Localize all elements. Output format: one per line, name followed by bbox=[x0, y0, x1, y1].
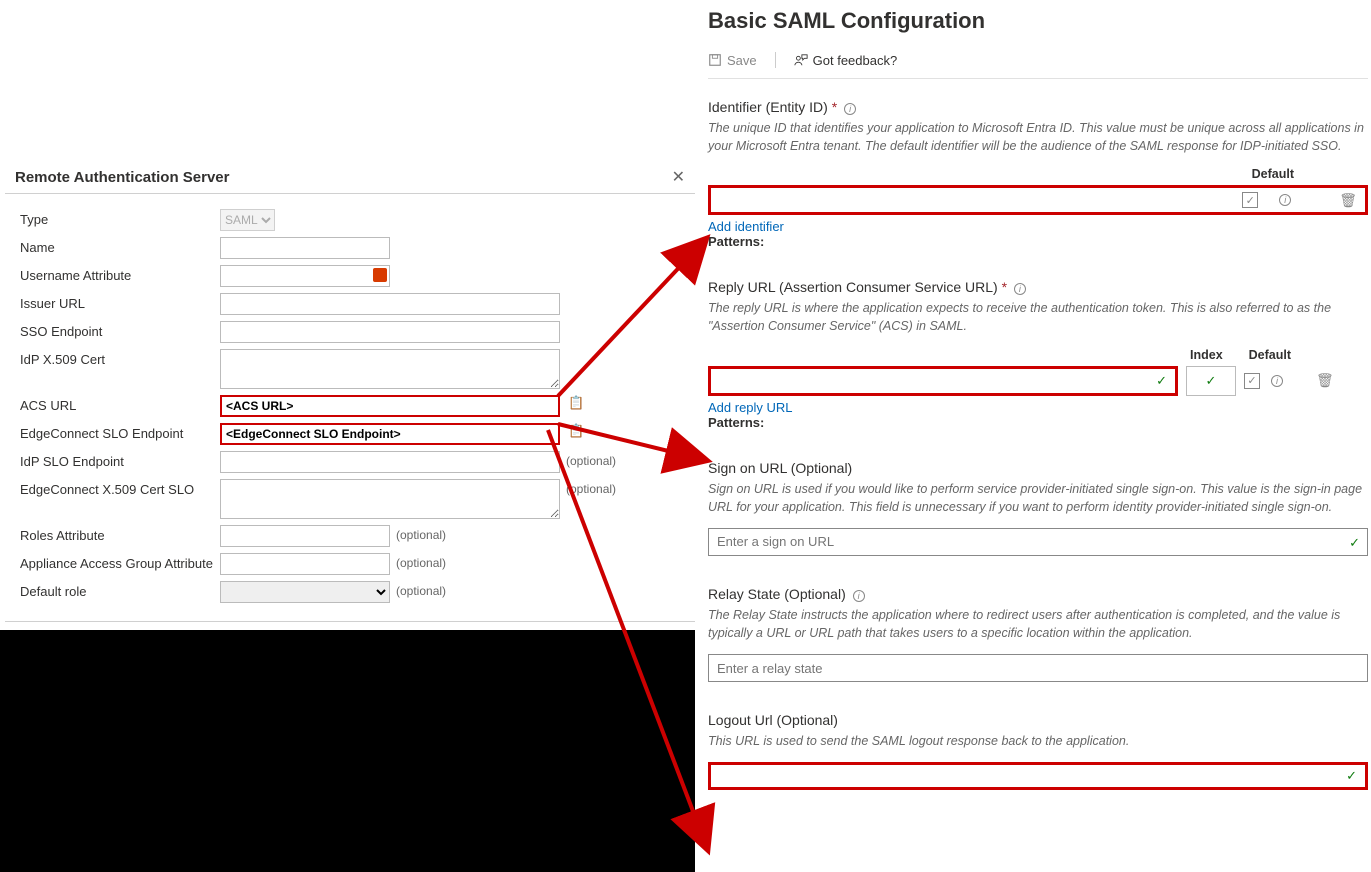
info-icon[interactable]: i bbox=[844, 103, 856, 115]
default-role-select[interactable] bbox=[220, 581, 390, 603]
roles-attr-input[interactable] bbox=[220, 525, 390, 547]
name-label: Name bbox=[20, 237, 220, 255]
toolbar: Save Got feedback? bbox=[708, 52, 1368, 79]
patterns-label: Patterns: bbox=[708, 415, 1368, 430]
check-icon: ✓ bbox=[1346, 768, 1357, 784]
ec-cert-label: EdgeConnect X.509 Cert SLO bbox=[20, 479, 220, 497]
saml-config-panel: Basic SAML Configuration Save Got feedba… bbox=[708, 0, 1368, 790]
add-reply-url-link[interactable]: Add reply URL bbox=[708, 400, 1368, 415]
idp-slo-label: IdP SLO Endpoint bbox=[20, 451, 220, 469]
info-icon[interactable]: i bbox=[1271, 375, 1283, 387]
username-attr-input[interactable] bbox=[220, 265, 390, 287]
required-badge-icon bbox=[373, 268, 387, 282]
optional-text: (optional) bbox=[396, 525, 446, 542]
signon-url-input[interactable] bbox=[708, 528, 1368, 556]
relay-state-desc: The Relay State instructs the applicatio… bbox=[708, 606, 1368, 642]
info-icon[interactable]: i bbox=[853, 590, 865, 602]
idp-cert-input[interactable] bbox=[220, 349, 560, 389]
check-icon: ✓ bbox=[1349, 535, 1360, 551]
acs-url-input[interactable] bbox=[220, 395, 560, 417]
sso-endpoint-input[interactable] bbox=[220, 321, 560, 343]
identifier-label: Identifier (Entity ID) * i bbox=[708, 99, 1368, 115]
delete-icon[interactable]: 🗑 bbox=[1316, 372, 1334, 389]
identifier-input-row[interactable]: ✓ i 🗑 bbox=[708, 185, 1368, 215]
default-role-label: Default role bbox=[20, 581, 220, 599]
type-label: Type bbox=[20, 209, 220, 227]
signon-url-desc: Sign on URL is used if you would like to… bbox=[708, 480, 1368, 516]
logout-url-desc: This URL is used to send the SAML logout… bbox=[708, 732, 1368, 750]
default-header: Default bbox=[1249, 348, 1291, 362]
remote-auth-dialog: Remote Authentication Server ✕ Type SAML… bbox=[5, 155, 695, 663]
idp-cert-label: IdP X.509 Cert bbox=[20, 349, 220, 367]
dialog-title: Remote Authentication Server bbox=[15, 169, 230, 186]
black-region bbox=[0, 630, 695, 872]
copy-icon[interactable]: 📋 bbox=[568, 423, 584, 439]
issuer-url-label: Issuer URL bbox=[20, 293, 220, 311]
optional-text: (optional) bbox=[566, 479, 616, 496]
username-attr-label: Username Attribute bbox=[20, 265, 220, 283]
issuer-url-input[interactable] bbox=[220, 293, 560, 315]
add-identifier-link[interactable]: Add identifier bbox=[708, 219, 1368, 234]
delete-icon[interactable]: 🗑 bbox=[1339, 192, 1357, 209]
type-select[interactable]: SAML bbox=[220, 209, 275, 231]
reply-url-desc: The reply URL is where the application e… bbox=[708, 299, 1368, 335]
save-button[interactable]: Save bbox=[708, 53, 757, 68]
reply-url-input[interactable]: ✓ bbox=[708, 366, 1178, 396]
check-icon: ✓ bbox=[1206, 373, 1217, 389]
save-icon bbox=[708, 53, 722, 67]
feedback-button[interactable]: Got feedback? bbox=[794, 53, 898, 68]
appliance-group-input[interactable] bbox=[220, 553, 390, 575]
ec-slo-label: EdgeConnect SLO Endpoint bbox=[20, 423, 220, 441]
optional-text: (optional) bbox=[396, 553, 446, 570]
copy-icon[interactable]: 📋 bbox=[568, 395, 584, 411]
reply-url-label: Reply URL (Assertion Consumer Service UR… bbox=[708, 279, 1368, 295]
default-checkbox[interactable]: ✓ bbox=[1242, 192, 1258, 208]
person-feedback-icon bbox=[794, 53, 808, 67]
name-input[interactable] bbox=[220, 237, 390, 259]
info-icon[interactable]: i bbox=[1014, 283, 1026, 295]
panel-title: Basic SAML Configuration bbox=[708, 8, 1368, 34]
reply-url-row: ✓ ✓ ✓ i 🗑 bbox=[708, 366, 1368, 396]
reply-index-input[interactable]: ✓ bbox=[1186, 366, 1236, 396]
default-header: Default bbox=[1252, 167, 1294, 181]
index-header: Index bbox=[1190, 348, 1223, 362]
roles-attr-label: Roles Attribute bbox=[20, 525, 220, 543]
sso-endpoint-label: SSO Endpoint bbox=[20, 321, 220, 339]
optional-text: (optional) bbox=[566, 451, 616, 468]
optional-text: (optional) bbox=[396, 581, 446, 598]
appliance-group-label: Appliance Access Group Attribute bbox=[20, 553, 220, 571]
acs-url-label: ACS URL bbox=[20, 395, 220, 413]
logout-url-input[interactable]: ✓ bbox=[708, 762, 1368, 790]
info-icon[interactable]: i bbox=[1279, 194, 1291, 206]
ec-cert-input[interactable] bbox=[220, 479, 560, 519]
close-icon[interactable]: ✕ bbox=[672, 167, 685, 187]
signon-url-label: Sign on URL (Optional) bbox=[708, 460, 1368, 476]
patterns-label: Patterns: bbox=[708, 234, 1368, 249]
relay-state-input[interactable] bbox=[708, 654, 1368, 682]
idp-slo-input[interactable] bbox=[220, 451, 560, 473]
relay-state-label: Relay State (Optional) i bbox=[708, 586, 1368, 602]
ec-slo-input[interactable] bbox=[220, 423, 560, 445]
check-icon: ✓ bbox=[1156, 373, 1167, 389]
logout-url-label: Logout Url (Optional) bbox=[708, 712, 1368, 728]
default-checkbox[interactable]: ✓ bbox=[1244, 373, 1260, 389]
identifier-desc: The unique ID that identifies your appli… bbox=[708, 119, 1368, 155]
